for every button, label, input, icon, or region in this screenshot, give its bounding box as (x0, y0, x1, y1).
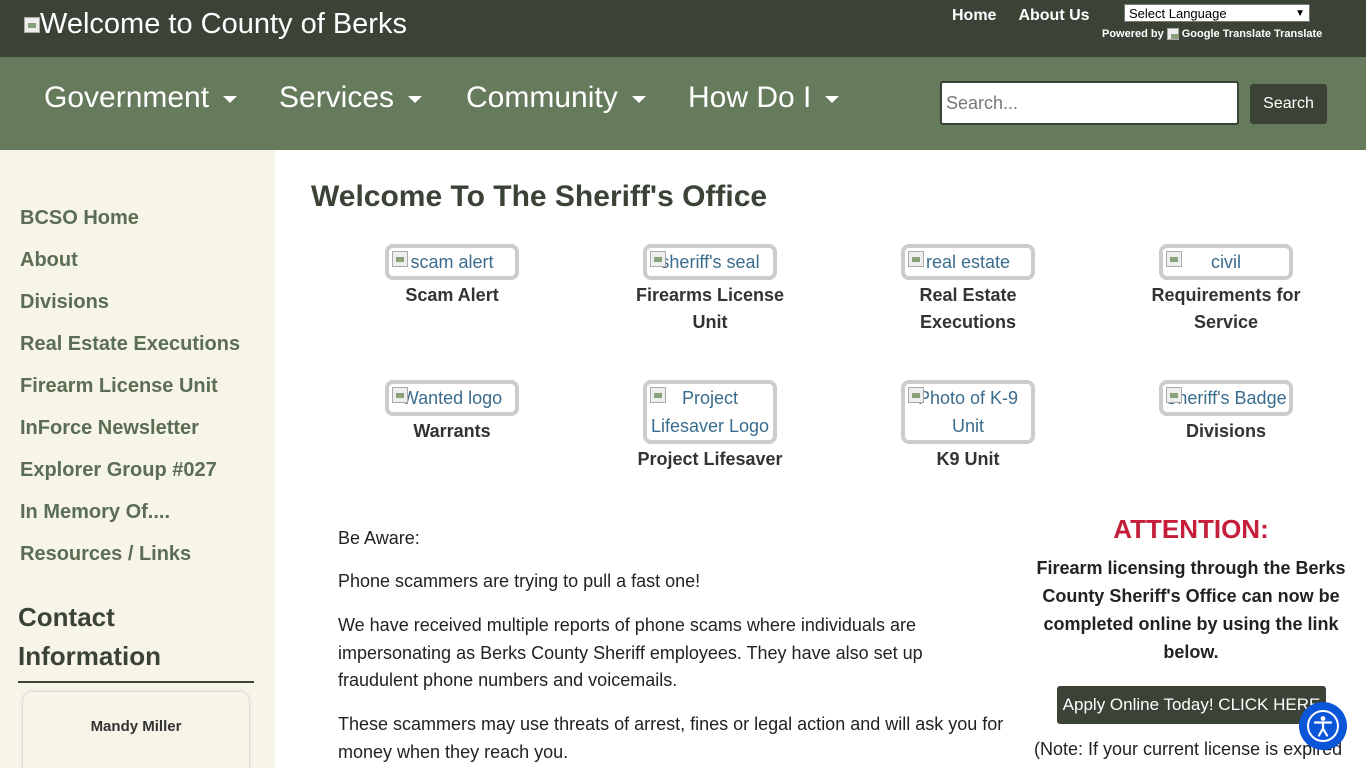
dropdown-caret-icon (408, 95, 423, 103)
powered-by-label: Powered by (1102, 28, 1164, 40)
sidebar-item-resources[interactable]: Resources / Links (20, 543, 191, 566)
broken-image-icon (392, 387, 408, 403)
site-logo-alt-text: Welcome to County of Berks (40, 8, 407, 40)
sidebar-item-bcso-home[interactable]: BCSO Home (20, 207, 139, 230)
about-us-link[interactable]: About Us (1018, 7, 1089, 25)
top-bar: Welcome to County of Berks Home About Us… (0, 0, 1366, 57)
tile-image: Project Lifesaver Logo (643, 380, 777, 444)
search-button[interactable]: Search (1250, 84, 1327, 124)
tile-image-alt: Wanted logo (401, 388, 503, 408)
search-input[interactable]: Search... (940, 81, 1239, 125)
dropdown-caret-icon (223, 95, 238, 103)
attention-title: ATTENTION: (1113, 514, 1269, 544)
tile-label: Real Estate Executions (919, 285, 1017, 332)
sidebar-item-firearm-license[interactable]: Firearm License Unit (20, 375, 218, 398)
sidebar-item-inforce[interactable]: InForce Newsletter (20, 417, 199, 440)
dropdown-caret-icon (825, 95, 840, 103)
nav-services-label: Services (279, 81, 395, 114)
body-paragraph: These scammers may use threats of arrest… (338, 714, 1004, 762)
body-paragraph: Phone scammers are trying to pull a fast… (338, 571, 701, 591)
broken-image-icon (1166, 28, 1179, 40)
tile-scam-alert[interactable]: scam alert Scam Alert (372, 244, 532, 309)
page-title: Welcome To The Sheriff's Office (311, 180, 768, 213)
tile-k9-unit[interactable]: Photo of K-9 Unit K9 Unit (888, 380, 1048, 473)
broken-image-icon (392, 251, 408, 267)
main-nav: Government Services Community How Do I S… (0, 57, 1366, 150)
home-link[interactable]: Home (952, 7, 996, 25)
tile-label: Project Lifesaver (637, 449, 783, 469)
nav-community-label: Community (466, 81, 618, 114)
contact-card: Mandy Miller (22, 691, 250, 768)
broken-image-icon (650, 251, 666, 267)
tile-image: sheriff's seal (643, 244, 777, 280)
top-links: Home About Us (952, 7, 1112, 25)
accessibility-icon (1307, 710, 1339, 742)
tile-label: K9 Unit (936, 449, 1000, 469)
site-logo-link[interactable]: Welcome to County of Berks (24, 8, 407, 41)
language-select[interactable]: Select Language ▼ (1124, 4, 1310, 22)
tile-label: Requirements for Service (1151, 285, 1301, 332)
accessibility-button[interactable] (1299, 702, 1347, 750)
tile-label: Warrants (413, 421, 491, 441)
nav-government-label: Government (44, 81, 210, 114)
sidebar-item-real-estate[interactable]: Real Estate Executions (20, 333, 240, 356)
tile-firearms-license[interactable]: sheriff's seal Firearms License Unit (630, 244, 790, 336)
nav-services[interactable]: Services (279, 81, 423, 115)
tile-image-alt: scam alert (410, 252, 494, 272)
tile-divisions[interactable]: Sheriff's Badge Divisions (1146, 380, 1306, 445)
tile-image: real estate (901, 244, 1035, 280)
tile-label: Scam Alert (405, 285, 499, 305)
sidebar-item-in-memory[interactable]: In Memory Of.... (20, 501, 170, 524)
nav-how-do-i-label: How Do I (688, 81, 812, 114)
tile-image-alt: Sheriff's Badge (1165, 388, 1287, 408)
broken-image-icon (1166, 387, 1182, 403)
tile-warrants[interactable]: Wanted logo Warrants (372, 380, 532, 445)
nav-how-do-i[interactable]: How Do I (688, 81, 840, 115)
tile-image: civil (1159, 244, 1293, 280)
attention-note: (Note: If your current license is expire… (1034, 739, 1343, 759)
broken-image-icon (908, 387, 924, 403)
broken-image-icon (650, 387, 666, 403)
tile-image: scam alert (385, 244, 519, 280)
tile-image-alt: real estate (925, 252, 1011, 272)
tile-image: Sheriff's Badge (1159, 380, 1293, 416)
tile-requirements-service[interactable]: civil Requirements for Service (1146, 244, 1306, 336)
translate-link[interactable]: Translate (1274, 28, 1322, 40)
dropdown-caret-icon (631, 95, 646, 103)
tile-label: Firearms License Unit (635, 285, 785, 332)
attention-text: Firearm licensing through the Berks Coun… (1036, 558, 1346, 662)
broken-image-icon (908, 251, 924, 267)
sidebar-item-explorer-group[interactable]: Explorer Group #027 (20, 459, 217, 482)
body-paragraph: Be Aware: (338, 528, 420, 548)
nav-community[interactable]: Community (466, 81, 646, 115)
tile-project-lifesaver[interactable]: Project Lifesaver Logo Project Lifesaver (630, 380, 790, 473)
sidebar: BCSO Home About Divisions Real Estate Ex… (0, 150, 275, 768)
tile-image-alt: civil (1211, 252, 1241, 272)
nav-government[interactable]: Government (44, 81, 238, 115)
tile-image: Wanted logo (385, 380, 519, 416)
sidebar-item-about[interactable]: About (20, 249, 78, 272)
tile-image-alt: sheriff's seal (660, 252, 760, 272)
tile-label: Divisions (1185, 421, 1267, 441)
tile-image-alt: Project Lifesaver Logo (650, 388, 770, 436)
tile-image-alt: Photo of K-9 Unit (917, 388, 1019, 436)
apply-online-button[interactable]: Apply Online Today! CLICK HERE (1057, 686, 1326, 724)
powered-by-google: Powered by Google Translate Translate (1102, 28, 1322, 40)
contact-title: Contact Information (18, 598, 254, 683)
body-paragraph: We have received multiple reports of pho… (338, 615, 923, 690)
contact-name: Mandy Miller (90, 718, 182, 735)
sidebar-item-divisions[interactable]: Divisions (20, 291, 109, 314)
search-placeholder: Search... (946, 92, 1019, 113)
tile-image: Photo of K-9 Unit (901, 380, 1035, 444)
broken-image-icon (1166, 251, 1182, 267)
broken-image-icon (24, 16, 40, 33)
language-select-value: Select Language (1129, 5, 1227, 21)
tile-real-estate[interactable]: real estate Real Estate Executions (888, 244, 1048, 336)
chevron-down-icon: ▼ (1295, 7, 1305, 19)
google-translate-alt: Google Translate (1181, 28, 1271, 40)
